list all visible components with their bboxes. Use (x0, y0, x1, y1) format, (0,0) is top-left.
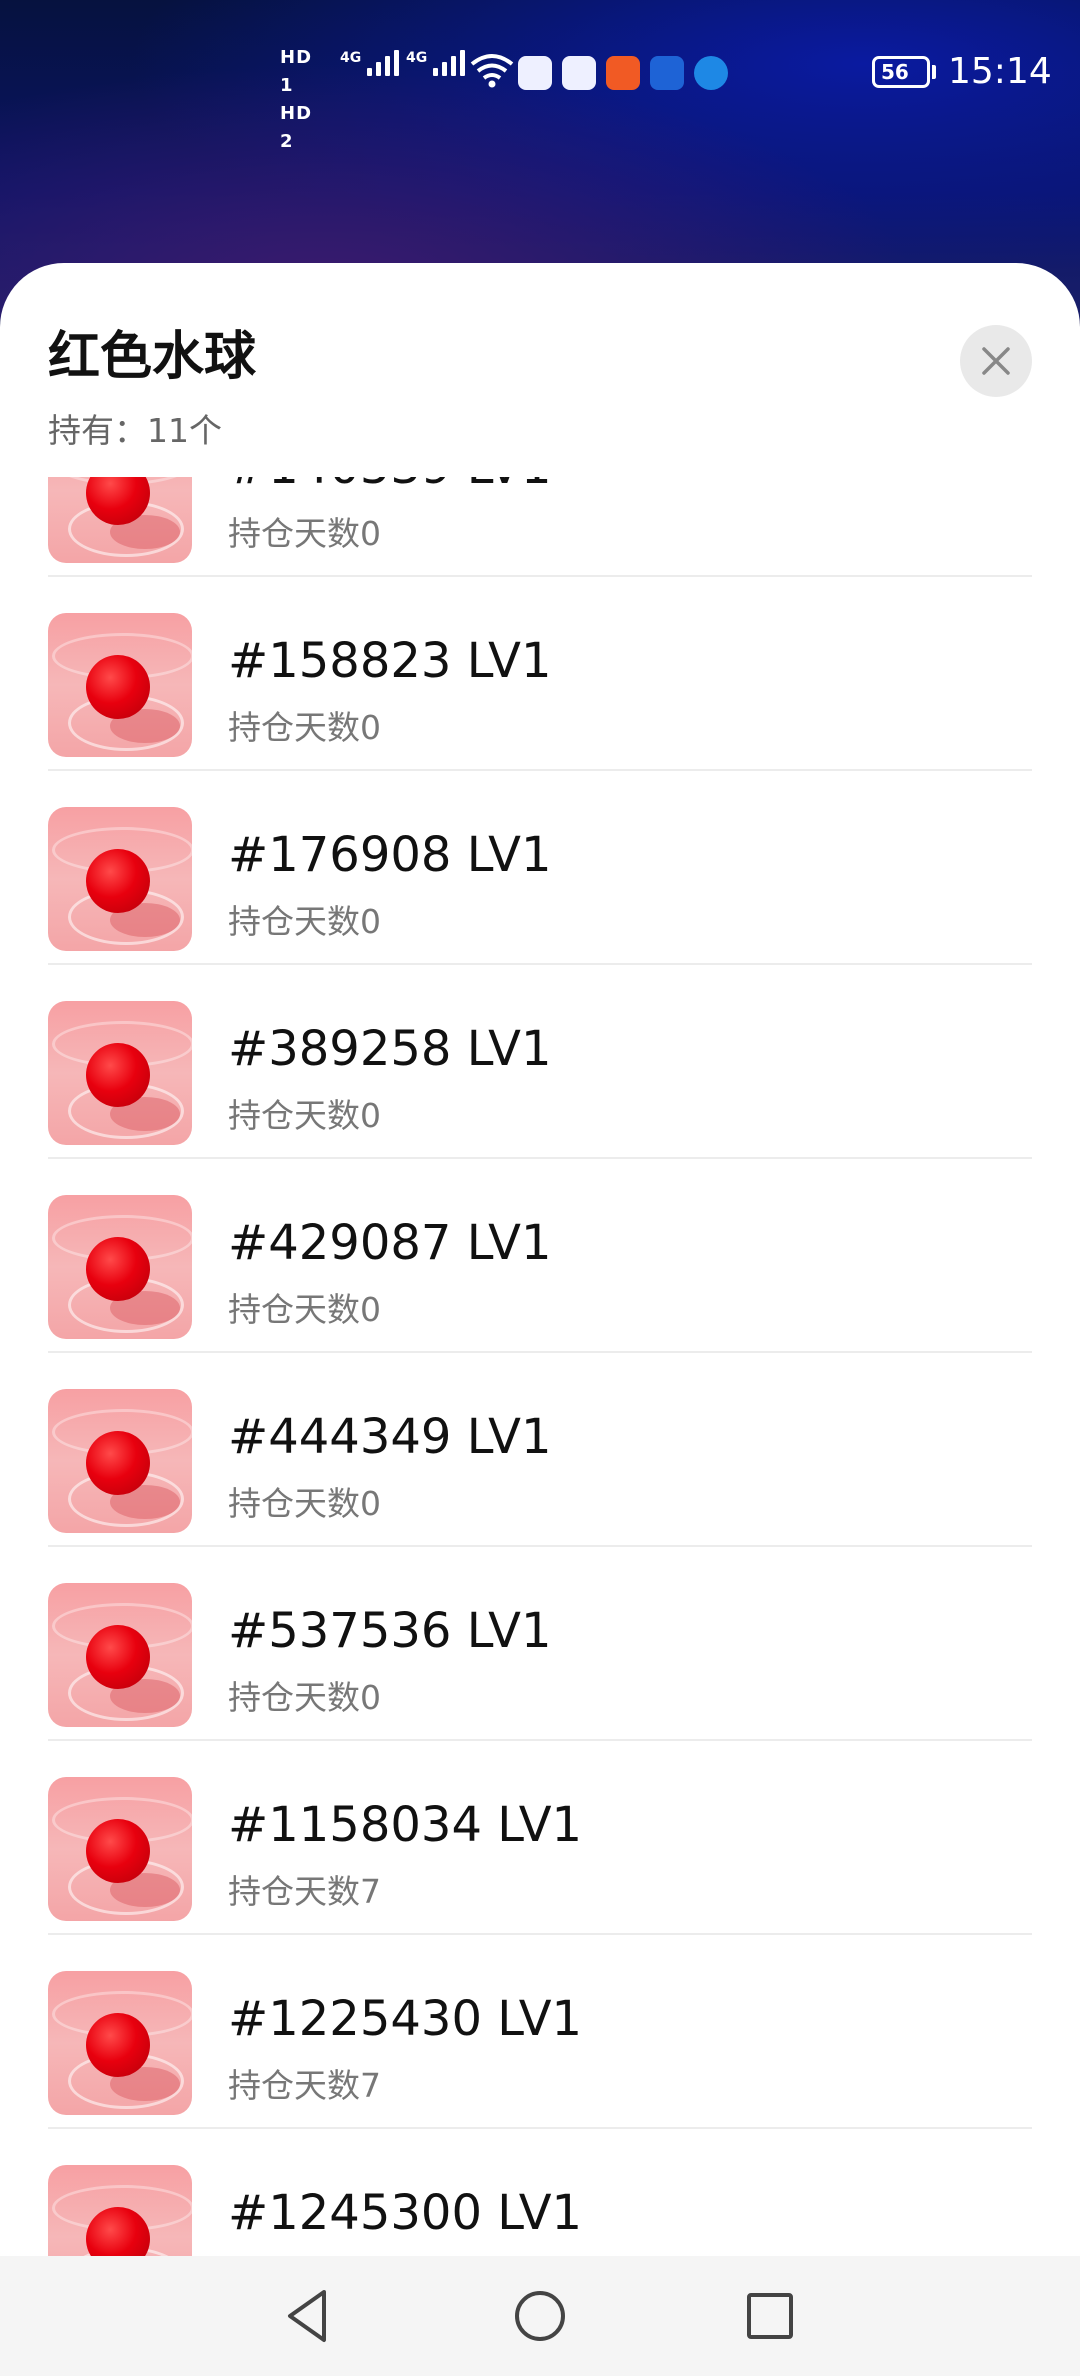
bottom-sheet: 红色水球 持有：11个 #140539 LV1 持仓天数0 #158823 LV1 持… (0, 263, 1080, 2376)
holding-days: 持仓天数0 (228, 1290, 381, 1329)
item-id-level: #176908 LV1 (228, 827, 552, 883)
list-item[interactable]: #429087 LV1 持仓天数0 (0, 1159, 1080, 1353)
home-circle-icon[interactable] (506, 2282, 574, 2350)
list-item[interactable]: #537536 LV1 持仓天数0 (0, 1547, 1080, 1741)
holding-days: 持仓天数0 (228, 1484, 381, 1523)
red-water-ball-thumbnail (48, 1971, 192, 2115)
red-water-ball-thumbnail (48, 477, 192, 563)
battery-level: 56 (881, 60, 909, 84)
holding-days: 持仓天数0 (228, 1096, 381, 1135)
navigation-bar (0, 2256, 1080, 2376)
hd1-label: HD 1 (280, 47, 313, 96)
holding-count: 持有：11个 (48, 411, 222, 450)
hd-indicator: HD 1 HD 2 (280, 44, 332, 156)
red-water-ball-thumbnail (48, 1001, 192, 1145)
item-id-level: #444349 LV1 (228, 1409, 552, 1465)
taobao-flash-icon (606, 56, 640, 90)
message-icon (518, 56, 552, 90)
item-id-level: #1225430 LV1 (228, 1991, 583, 2047)
close-icon (982, 347, 1010, 375)
item-id-level: #1158034 LV1 (228, 1797, 583, 1853)
battery-icon: 56 (872, 56, 930, 88)
list-item[interactable]: #1245300 LV1持仓天数7 (0, 2129, 1080, 2257)
list-item[interactable]: #176908 LV1 持仓天数0 (0, 771, 1080, 965)
item-list[interactable]: #140539 LV1持仓天数0#158823 LV1持仓天数0#176908 … (0, 477, 1080, 2257)
holding-days: 持仓天数0 (228, 902, 381, 941)
list-item[interactable]: #158823 LV1 持仓天数0 (0, 577, 1080, 771)
list-item[interactable]: #1225430 LV1 持仓天数7 (0, 1935, 1080, 2129)
red-water-ball-thumbnail (48, 1389, 192, 1533)
holding-days: 持仓天数0 (228, 708, 381, 747)
status-bar: HD 1 HD 2 4G 4G 56 15:14 (0, 40, 1080, 152)
item-id-level: #389258 LV1 (228, 1021, 552, 1077)
red-water-ball-thumbnail (48, 2165, 192, 2257)
signal-2-icon: 4G (406, 50, 466, 76)
red-water-ball-thumbnail (48, 1195, 192, 1339)
recents-square-icon[interactable] (736, 2282, 804, 2350)
wifi-icon (470, 54, 514, 88)
list-item[interactable]: #1158034 LV1 持仓天数7 (0, 1741, 1080, 1935)
blue-globe-icon (694, 56, 728, 90)
holding-days: 持仓天数0 (228, 514, 381, 553)
hd2-label: HD 2 (280, 103, 313, 152)
item-id-level: #1245300 LV1 (228, 2185, 583, 2241)
signal-1-icon: 4G (340, 50, 400, 76)
list-item[interactable]: #389258 LV1 持仓天数0 (0, 965, 1080, 1159)
holding-days: 持仓天数7 (228, 2066, 381, 2105)
holding-days: 持仓天数0 (228, 1678, 381, 1717)
sheet-title: 红色水球 (48, 327, 257, 387)
item-id-level: #537536 LV1 (228, 1603, 552, 1659)
red-water-ball-thumbnail (48, 613, 192, 757)
list-item[interactable]: #140539 LV1 持仓天数0 (0, 477, 1080, 577)
item-id-level: #158823 LV1 (228, 633, 552, 689)
back-triangle-icon[interactable] (274, 2282, 342, 2350)
list-item[interactable]: #444349 LV1 持仓天数0 (0, 1353, 1080, 1547)
holding-days: 持仓天数7 (228, 1872, 381, 1911)
message-icon (562, 56, 596, 90)
clock: 15:14 (948, 51, 1052, 92)
red-water-ball-thumbnail (48, 1583, 192, 1727)
item-id-level: #429087 LV1 (228, 1215, 552, 1271)
red-water-ball-thumbnail (48, 807, 192, 951)
item-id-level: #140539 LV1 (228, 477, 552, 497)
close-button[interactable] (960, 325, 1032, 397)
blue-diamond-icon (650, 56, 684, 90)
red-water-ball-thumbnail (48, 1777, 192, 1921)
battery-tip (932, 65, 936, 79)
item-list-content: #140539 LV1持仓天数0#158823 LV1持仓天数0#176908 … (0, 477, 1080, 2257)
